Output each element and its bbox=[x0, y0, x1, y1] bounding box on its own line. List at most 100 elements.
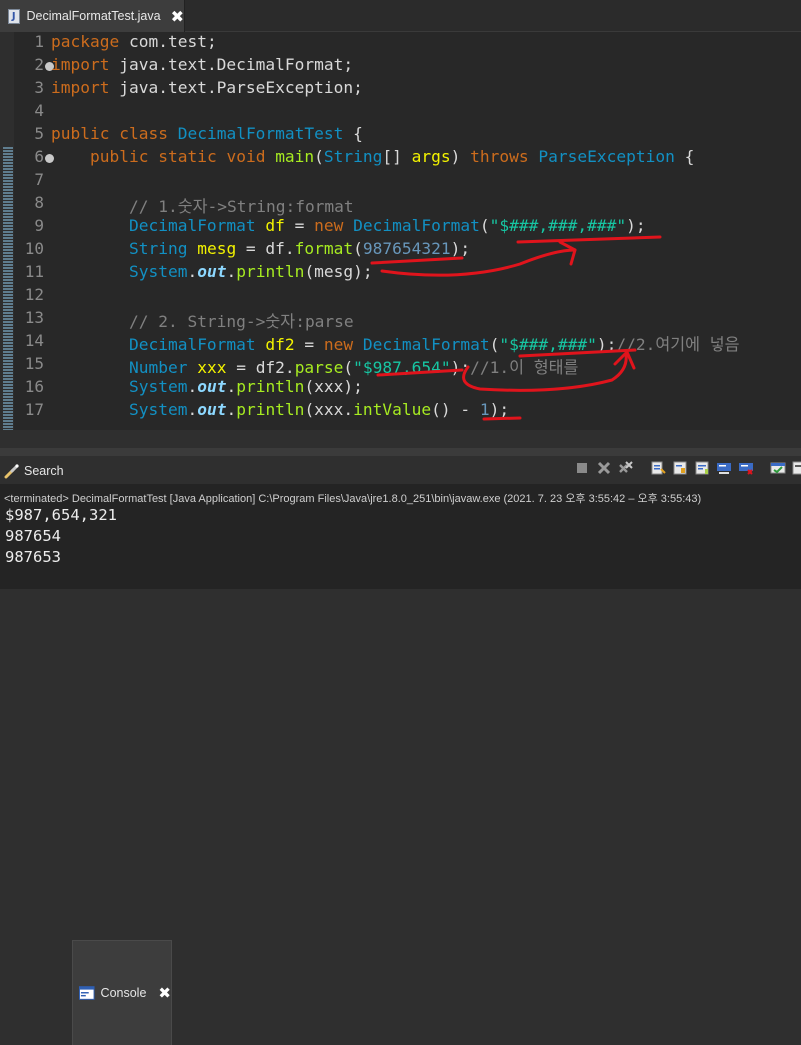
code-token: ParseException bbox=[538, 147, 675, 166]
code-token: ); bbox=[489, 400, 510, 419]
line-number: 10 bbox=[24, 239, 44, 258]
overview-ruler bbox=[0, 32, 14, 430]
open-console-icon[interactable] bbox=[770, 460, 786, 476]
code-token: com.test; bbox=[119, 32, 217, 51]
code-token: System bbox=[128, 400, 188, 419]
code-token: . bbox=[226, 377, 237, 396]
code-line-16: System.out.println(xxx); bbox=[51, 377, 740, 400]
pin-console-icon[interactable] bbox=[716, 460, 732, 476]
console-output-line: 987654 bbox=[5, 527, 61, 545]
console-output-line: $987,654,321 bbox=[5, 506, 117, 524]
line-number: 8 bbox=[34, 193, 44, 212]
code-token: println bbox=[236, 377, 305, 396]
code-token: String bbox=[128, 239, 188, 258]
code-line-1: package com.test; bbox=[51, 32, 740, 55]
code-line-8: // 1.숫자->String:format bbox=[51, 193, 740, 216]
line-number: 15 bbox=[24, 354, 44, 373]
code-token: { bbox=[674, 147, 695, 166]
code-area[interactable]: package com.test; import java.text.Decim… bbox=[51, 32, 740, 423]
code-token: package bbox=[51, 32, 120, 51]
code-token: ( bbox=[489, 335, 500, 354]
code-token: new bbox=[314, 216, 344, 235]
code-token: out bbox=[197, 262, 227, 281]
panel-divider bbox=[0, 448, 801, 456]
code-string: "$###,###,###" bbox=[489, 216, 627, 235]
code-token: DecimalFormat bbox=[128, 216, 256, 235]
code-token: String bbox=[323, 147, 383, 166]
scroll-lock-icon[interactable] bbox=[672, 460, 688, 476]
code-token: (xxx); bbox=[304, 377, 363, 396]
code-token: (mesg); bbox=[304, 262, 373, 281]
code-token: ) bbox=[450, 147, 471, 166]
code-token: . bbox=[226, 400, 237, 419]
close-icon[interactable]: ✖ bbox=[171, 7, 184, 26]
code-comment: //1.이 형태를 bbox=[470, 358, 579, 377]
code-token: DecimalFormat bbox=[353, 216, 480, 235]
line-number: 12 bbox=[24, 285, 44, 304]
code-number: 987654321 bbox=[362, 239, 451, 258]
code-line-15: Number xxx = df2.parse("$987,654");//1.이… bbox=[51, 354, 740, 377]
remove-all-terminated-icon[interactable] bbox=[618, 460, 634, 476]
console-toolbar bbox=[574, 458, 801, 478]
code-token: ( bbox=[353, 239, 363, 258]
clear-console-icon[interactable] bbox=[650, 460, 666, 476]
line-number: 7 bbox=[34, 170, 44, 189]
code-token: args bbox=[411, 147, 451, 166]
line-number: 17 bbox=[24, 400, 44, 419]
code-token: . bbox=[187, 262, 198, 281]
code-comment: // 1.숫자->String:format bbox=[128, 197, 354, 216]
code-token: { bbox=[343, 124, 363, 143]
console-view[interactable]: <terminated> DecimalFormatTest [Java App… bbox=[0, 484, 801, 589]
tab-search-label: Search bbox=[24, 464, 64, 478]
code-token: System bbox=[128, 377, 188, 396]
code-token: public bbox=[89, 147, 149, 166]
code-line-13: // 2. String->숫자:parse bbox=[51, 308, 740, 331]
code-token: println bbox=[236, 262, 305, 281]
code-token: out bbox=[197, 377, 227, 396]
code-token: = bbox=[294, 335, 324, 354]
code-comment: // 2. String->숫자:parse bbox=[128, 312, 354, 331]
word-wrap-icon[interactable] bbox=[694, 460, 710, 476]
code-token: [] bbox=[382, 147, 412, 166]
code-token: . bbox=[226, 262, 237, 281]
tab-search[interactable]: Search bbox=[4, 458, 68, 484]
editor-tab-decimalformattest[interactable]: J DecimalFormatTest.java ✖ bbox=[0, 0, 185, 32]
code-token: println bbox=[236, 400, 305, 419]
console-output: $987,654,321 987654 987653 bbox=[5, 506, 117, 569]
line-number: 1 bbox=[34, 32, 44, 51]
minimize-view-icon[interactable] bbox=[792, 460, 801, 476]
code-token: . bbox=[187, 377, 198, 396]
console-output-line: 987653 bbox=[5, 548, 61, 566]
java-file-icon: J bbox=[8, 8, 20, 24]
code-token: public bbox=[51, 124, 110, 143]
code-token: ( bbox=[479, 216, 490, 235]
code-comment: //2.여기에 넣음 bbox=[616, 335, 740, 354]
code-token: ); bbox=[626, 216, 646, 235]
code-token: intValue bbox=[353, 400, 432, 419]
editor-tab-bar: J DecimalFormatTest.java ✖ bbox=[0, 0, 801, 32]
line-number: 13 bbox=[24, 308, 44, 327]
close-icon[interactable]: ✖ bbox=[158, 984, 171, 1002]
code-token: Number bbox=[128, 358, 188, 377]
code-token: java.text.DecimalFormat; bbox=[109, 55, 354, 74]
display-selected-console-icon[interactable] bbox=[738, 460, 754, 476]
code-token: import bbox=[51, 78, 110, 97]
line-number: 3 bbox=[34, 78, 44, 97]
code-token: static bbox=[158, 147, 217, 166]
code-token: df bbox=[265, 216, 285, 235]
line-number: 4 bbox=[34, 101, 44, 120]
terminate-icon[interactable] bbox=[574, 460, 590, 476]
tab-console[interactable]: Console ✖ bbox=[72, 940, 172, 1045]
code-editor[interactable]: 1 2 3 4 5 6 7 8 9 10 11 12 13 14 15 16 1… bbox=[0, 32, 801, 430]
remove-launch-icon[interactable] bbox=[596, 460, 612, 476]
code-token: ); bbox=[450, 358, 471, 377]
code-token: xxx bbox=[197, 358, 227, 377]
line-number: 5 bbox=[34, 124, 44, 143]
